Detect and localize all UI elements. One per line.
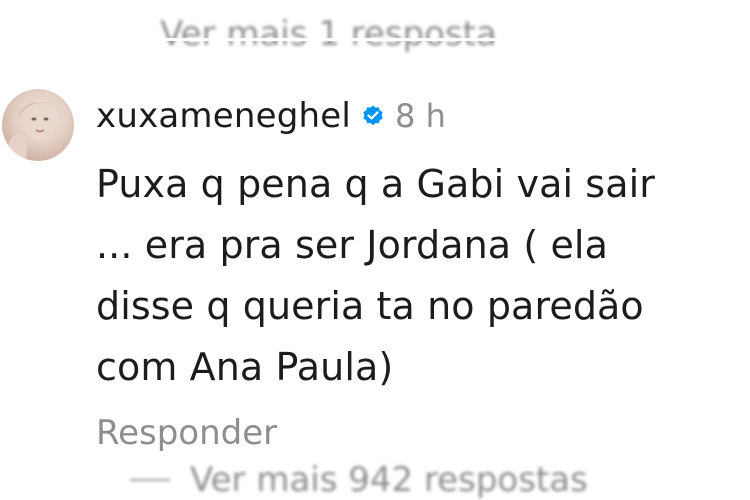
view-more-replies-link[interactable]: Ver mais 942 respostas: [190, 460, 588, 500]
comment-line: Puxa q pena q a Gabi vai sair: [96, 162, 655, 206]
avatar[interactable]: [2, 89, 74, 161]
comment-text: Puxa q pena q a Gabi vai sair ... era pr…: [96, 154, 736, 398]
replies-divider-line: [130, 479, 170, 481]
comment-timestamp: 8 h: [395, 97, 446, 135]
comment: xuxameneghel 8 h Puxa q pena q a Gabi va…: [96, 92, 736, 398]
comment-line: ... era pra ser Jordana ( ela: [96, 223, 608, 267]
comment-line: disse q queria ta no paredão: [96, 284, 644, 328]
verified-badge-icon: [361, 104, 385, 128]
view-more-replies-top-link[interactable]: Ver mais 1 resposta: [160, 14, 497, 54]
comment-header: xuxameneghel 8 h: [96, 92, 736, 140]
username-link[interactable]: xuxameneghel: [96, 96, 351, 136]
comment-line: com Ana Paula): [96, 345, 394, 389]
avatar-image: [8, 101, 62, 161]
divider: [0, 38, 750, 41]
view-more-replies[interactable]: Ver mais 942 respostas: [130, 460, 588, 500]
reply-button[interactable]: Responder: [96, 413, 277, 453]
